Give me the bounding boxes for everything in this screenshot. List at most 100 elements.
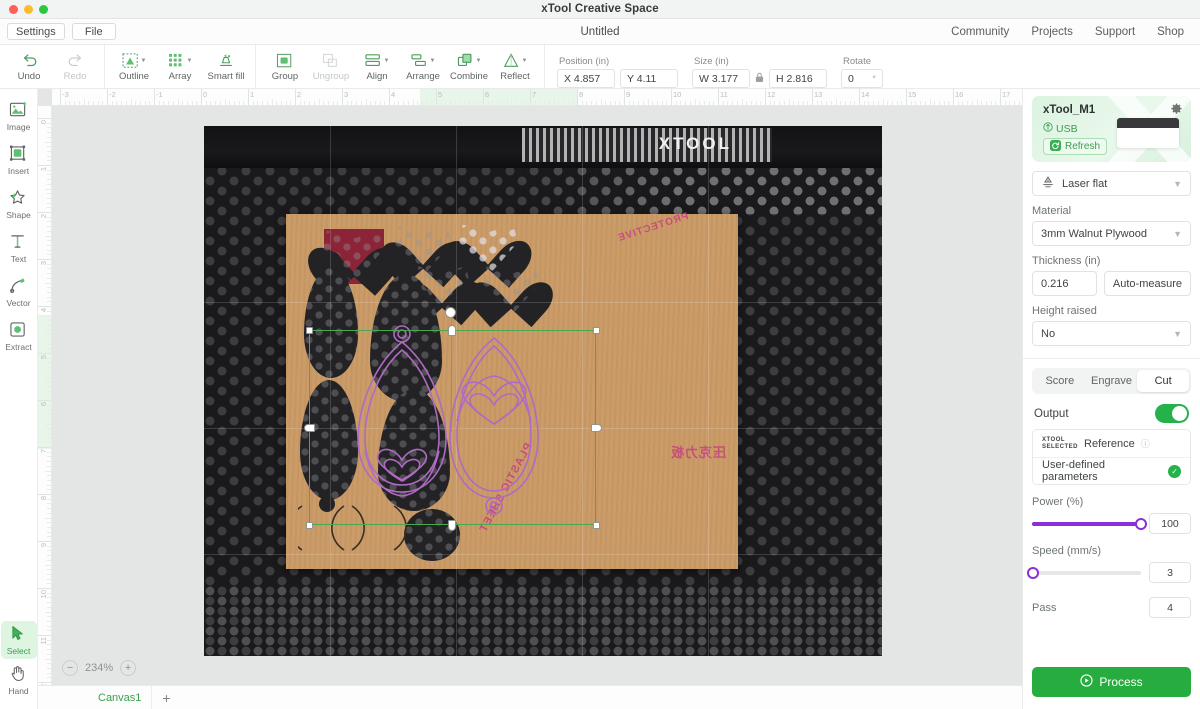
ruler-minor-tick — [797, 101, 799, 105]
refresh-device-button[interactable]: Refresh — [1043, 138, 1108, 155]
aspect-lock-icon[interactable] — [755, 72, 764, 86]
resize-handle-middle-right[interactable] — [591, 424, 602, 432]
tab-score[interactable]: Score — [1034, 370, 1086, 392]
tool-select-label: Select — [6, 645, 31, 656]
tab-canvas1[interactable]: Canvas1 — [88, 685, 153, 709]
resize-handle-top-center[interactable] — [448, 325, 456, 336]
ruler-tick-label: 13 — [814, 90, 823, 99]
ruler-minor-tick — [47, 183, 51, 185]
ruler-minor-tick — [572, 101, 574, 105]
thickness-input[interactable]: 0.216 — [1032, 271, 1097, 296]
ruler-minor-tick — [47, 409, 51, 411]
sidebar-item-image[interactable]: Image — [1, 97, 37, 135]
ruler-minor-tick — [116, 101, 118, 105]
selection-bounding-box[interactable] — [309, 330, 596, 525]
user-defined-parameters-row[interactable]: User-defined parameters ✓ — [1033, 457, 1190, 484]
resize-handle-bottom-center[interactable] — [448, 520, 456, 531]
speed-slider-knob[interactable] — [1027, 566, 1040, 579]
tab-cut[interactable]: Cut — [1137, 370, 1190, 392]
tool-hand[interactable]: Hand — [1, 661, 37, 699]
ruler-major-tick — [38, 588, 51, 589]
material-select[interactable]: 3mm Walnut Plywood ▼ — [1032, 221, 1191, 246]
vertical-ruler[interactable]: 0123456789101112 — [38, 106, 52, 685]
group-button[interactable]: Group — [262, 45, 308, 89]
sidebar-item-insert[interactable]: Insert — [1, 141, 37, 179]
zoom-out-button[interactable]: − — [62, 660, 78, 676]
height-raised-select[interactable]: No ▼ — [1032, 321, 1191, 346]
sidebar-item-text[interactable]: Text — [1, 229, 37, 267]
ruler-minor-tick — [967, 101, 969, 105]
rotate-input[interactable]: 0 ° — [841, 69, 883, 88]
ungroup-button[interactable]: Ungroup — [308, 45, 354, 89]
ruler-minor-tick — [47, 620, 51, 622]
combine-button[interactable]: ▼ Combine — [446, 45, 492, 89]
align-caret-icon: ▼ — [383, 57, 390, 64]
document-name[interactable]: Untitled — [0, 26, 1200, 38]
tab-engrave[interactable]: Engrave — [1086, 370, 1138, 392]
device-card[interactable]: xTool_M1 USB Refresh — [1032, 96, 1191, 162]
sidebar-item-vector[interactable]: Vector — [1, 273, 37, 311]
pass-row: Pass 4 — [1032, 597, 1191, 618]
rotate-handle[interactable] — [445, 307, 456, 318]
undo-button[interactable]: Undo — [6, 45, 52, 89]
auto-measure-button[interactable]: Auto-measure — [1103, 271, 1191, 296]
speed-value-input[interactable]: 3 — [1149, 562, 1191, 583]
process-section: Process — [1023, 657, 1200, 709]
reflect-button[interactable]: ▼ Reflect — [492, 45, 538, 89]
resize-handle-bottom-left[interactable] — [306, 522, 313, 529]
ruler-tick-label: 6 — [485, 90, 490, 99]
ruler-minor-tick — [47, 179, 51, 181]
redo-button[interactable]: Redo — [52, 45, 98, 89]
ruler-minor-tick — [238, 101, 240, 105]
output-toggle[interactable] — [1155, 404, 1189, 423]
info-icon[interactable]: ⓘ — [1141, 437, 1150, 450]
zoom-in-button[interactable]: + — [120, 660, 137, 676]
reference-row[interactable]: XTOOL SELECTED Reference ⓘ — [1033, 430, 1190, 457]
size-height-input[interactable]: H 2.816 — [769, 69, 827, 88]
speed-slider[interactable] — [1027, 566, 1141, 579]
ruler-minor-tick — [47, 404, 51, 406]
gear-icon[interactable] — [1170, 102, 1183, 118]
array-button[interactable]: ▼ Array — [157, 45, 203, 89]
ruler-minor-tick — [830, 101, 832, 105]
ruler-minor-tick — [478, 101, 480, 105]
sidebar-item-shape[interactable]: Shape — [1, 185, 37, 223]
process-button[interactable]: Process — [1032, 667, 1191, 697]
outline-button[interactable]: ▼ Outline — [111, 45, 157, 89]
ruler-minor-tick — [205, 101, 207, 105]
ruler-minor-tick — [685, 101, 687, 105]
power-slider[interactable] — [1032, 517, 1147, 530]
power-value-input[interactable]: 100 — [1149, 513, 1191, 534]
sidebar-item-extract[interactable]: Extract — [1, 317, 37, 355]
align-button[interactable]: ▼ Align — [354, 45, 400, 89]
ruler-minor-tick — [887, 101, 889, 105]
pass-value-input[interactable]: 4 — [1149, 597, 1191, 618]
resize-handle-bottom-right[interactable] — [593, 522, 600, 529]
ruler-minor-tick — [47, 592, 51, 594]
ruler-minor-tick — [746, 101, 748, 105]
ruler-minor-tick — [210, 101, 212, 105]
position-y-input[interactable]: Y 4.11 — [620, 69, 678, 88]
position-x-input[interactable]: X 4.857 — [557, 69, 615, 88]
arrange-button[interactable]: ▼ Arrange — [400, 45, 446, 89]
add-canvas-button[interactable]: + — [152, 690, 180, 706]
ruler-minor-tick — [323, 101, 325, 105]
resize-handle-top-right[interactable] — [593, 327, 600, 334]
horizontal-ruler[interactable]: -3-2-10123456789101112131415161718 — [52, 89, 1022, 106]
power-slider-knob[interactable] — [1135, 517, 1147, 530]
ruler-minor-tick — [628, 101, 630, 105]
output-label: Output — [1034, 407, 1069, 420]
smart-fill-button[interactable]: Smart fill — [203, 45, 249, 89]
resize-handle-middle-left[interactable] — [304, 424, 315, 432]
ruler-major-tick — [38, 494, 51, 495]
size-width-input[interactable]: W 3.177 — [692, 69, 750, 88]
accessory-select[interactable]: Laser flat ▼ — [1032, 171, 1191, 196]
ruler-minor-tick — [802, 101, 804, 105]
ruler-minor-tick — [882, 99, 884, 105]
design-stage[interactable]: XTOOL PLASTIC SHEET PROTECTIVE 压克力板 − 23… — [52, 106, 1022, 685]
redo-label: Redo — [63, 70, 87, 82]
resize-handle-top-left[interactable] — [306, 327, 313, 334]
ruler-minor-tick — [47, 254, 51, 256]
ruler-minor-tick — [47, 428, 51, 430]
tool-select[interactable]: Select — [0, 621, 37, 659]
